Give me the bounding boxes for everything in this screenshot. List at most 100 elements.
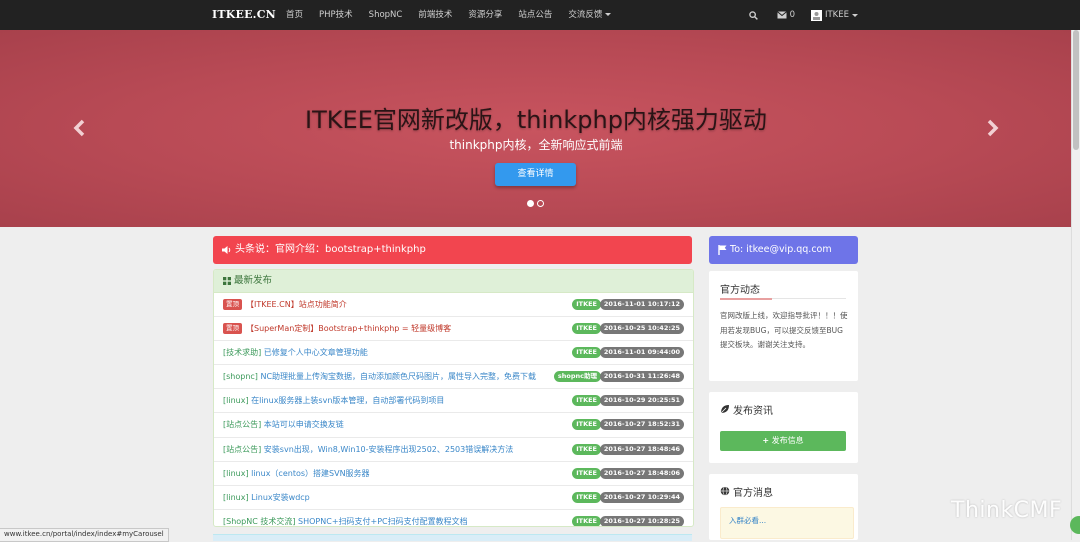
list-item[interactable]: [shopnc] NC助理批量上传淘宝数据，自动添加颜色尺码图片，属性导入完整，…	[214, 365, 693, 390]
nav-home[interactable]: 首页	[278, 0, 311, 30]
flag-icon	[718, 245, 727, 255]
user-name: ITKEE	[824, 10, 849, 20]
source-badge: ITKEE	[572, 467, 601, 479]
card-title: 官方消息	[733, 488, 773, 499]
source-badge: shopnc助理	[553, 371, 601, 383]
source-badge: ITKEE	[572, 515, 601, 526]
contact-email-banner[interactable]: To: itkee@vip.qq.com	[709, 236, 858, 264]
carousel-indicators	[527, 200, 547, 207]
time-badge: 2016-10-31 11:26:48	[599, 371, 684, 383]
message-item[interactable]: 入群必看...	[720, 507, 854, 539]
nav-php[interactable]: PHP技术	[311, 0, 361, 30]
time-badge: 2016-11-01 09:44:00	[599, 347, 684, 359]
post-title-link[interactable]: 安装svn出现，Win8,Win10-安装程序出现2502、2503错误解决方法	[264, 445, 513, 454]
globe-icon	[720, 486, 730, 496]
pinned-badge: 置顶	[223, 323, 242, 335]
list-item[interactable]: [linux] linux（centos）搭建SVN服务器 ITKEE 2016…	[214, 462, 693, 486]
time-badge: 2016-10-27 10:29:44	[599, 491, 684, 503]
leaf-icon	[720, 405, 729, 414]
view-details-button[interactable]: 查看详情	[495, 163, 576, 186]
list-item[interactable]: [站点公告] 本站可以申请交换友链 ITKEE 2016-10-27 18:52…	[214, 413, 693, 438]
source-badge: ITKEE	[572, 299, 601, 310]
post-title-link[interactable]: Linux安装wdcp	[251, 493, 310, 502]
post-category[interactable]: [技术求助]	[223, 348, 261, 357]
mail-count: 0	[789, 10, 795, 20]
list-item[interactable]: 置顶 【ITKEE.CN】站点功能简介 ITKEE 2016-11-01 10:1…	[214, 293, 693, 318]
nav-announcements[interactable]: 站点公告	[510, 0, 560, 30]
site-brand[interactable]: ITKEE.CN	[212, 8, 276, 21]
card-title: 官方动态	[720, 285, 760, 296]
source-badge: ITKEE	[572, 419, 601, 431]
post-category[interactable]: [linux]	[223, 469, 249, 478]
headline-banner[interactable]: 头条说：官网介绍：bootstrap+thinkphp	[213, 236, 692, 264]
mail-button[interactable]: 0	[776, 10, 795, 20]
post-title-link[interactable]: 【SuperMan定制】Bootstrap+thinkphp = 轻量级博客	[246, 324, 451, 333]
source-badge: ITKEE	[572, 491, 601, 503]
list-item[interactable]: [linux] Linux安装wdcp ITKEE 2016-10-27 10:…	[214, 486, 693, 510]
nav-links: 首页 PHP技术 ShopNC 前端技术 资源分享 站点公告 交流反馈	[278, 0, 619, 30]
list-item[interactable]: [ShopNC 技术交流] SHOPNC+扫码支付+PC扫码支付配置教程文档 I…	[214, 510, 693, 526]
plus-icon: +	[762, 436, 770, 445]
post-category[interactable]: [shopnc]	[223, 372, 258, 381]
nav-resources[interactable]: 资源分享	[460, 0, 510, 30]
post-title-link[interactable]: SHOPNC+扫码支付+PC扫码支付配置教程文档	[298, 517, 468, 526]
source-badge: ITKEE	[572, 443, 601, 455]
official-news-card: 官方动态 官网改版上线，欢迎指导批评！！！使用若发现BUG，可以提交反馈至BUG…	[709, 271, 858, 381]
time-badge: 2016-10-25 10:42:25	[599, 323, 684, 335]
carousel-next-button[interactable]	[986, 119, 1000, 141]
nav-shopnc[interactable]: ShopNC	[361, 0, 411, 30]
post-title-link[interactable]: 本站可以申请交换友链	[264, 420, 344, 429]
time-badge: 2016-10-27 18:48:46	[599, 443, 684, 455]
post-title-link[interactable]: 在linux服务器上装svn版本管理，自动部署代码到项目	[251, 396, 444, 405]
hero-carousel: ITKEE官网新改版，thinkphp内核强力驱动 thinkphp内核，全新响…	[0, 30, 1072, 227]
time-badge: 2016-10-27 10:28:25	[599, 515, 684, 526]
source-badge: ITKEE	[572, 323, 601, 335]
envelope-icon	[776, 11, 787, 19]
watermark-text: ThinkCMF	[951, 498, 1063, 523]
latest-posts-header: 最新发布	[214, 270, 693, 293]
latest-posts-title: 最新发布	[234, 275, 273, 286]
search-button[interactable]	[748, 10, 761, 20]
post-title-link[interactable]: linux（centos）搭建SVN服务器	[251, 469, 369, 478]
avatar-icon	[810, 9, 822, 21]
source-badge: ITKEE	[572, 395, 601, 407]
th-large-icon	[223, 277, 231, 285]
list-item[interactable]: [linux] 在linux服务器上装svn版本管理，自动部署代码到项目 ITK…	[214, 389, 693, 414]
publish-button[interactable]: + 发布信息	[720, 431, 846, 451]
carousel-dot-1[interactable]	[527, 200, 534, 207]
post-category[interactable]: [站点公告]	[223, 420, 261, 429]
carousel-subtitle: thinkphp内核，全新响应式前端	[449, 138, 623, 152]
post-category[interactable]: [ShopNC 技术交流]	[223, 517, 295, 526]
pinned-badge: 置顶	[223, 299, 242, 310]
nav-frontend[interactable]: 前端技术	[410, 0, 460, 30]
chevron-down-icon	[605, 13, 612, 16]
post-category[interactable]: [linux]	[223, 493, 249, 502]
notice-text: 官网改版上线，欢迎指导批评！！！使用若发现BUG，可以提交反馈至BUG提交板块。…	[720, 311, 848, 349]
post-category[interactable]: [linux]	[223, 396, 249, 405]
carousel-dot-2[interactable]	[537, 200, 544, 207]
page-scrollbar[interactable]	[1071, 30, 1080, 540]
post-title-link[interactable]: 【ITKEE.CN】站点功能简介	[246, 300, 347, 309]
post-title-link[interactable]: 已修复个人中心文章管理功能	[264, 348, 368, 357]
search-icon	[748, 10, 758, 20]
post-category[interactable]: [站点公告]	[223, 445, 261, 454]
chevron-down-icon	[852, 13, 858, 17]
post-title-link[interactable]: NC助理批量上传淘宝数据，自动添加颜色尺码图片，属性导入完整，免费下载	[260, 372, 536, 381]
list-item[interactable]: 置顶 【SuperMan定制】Bootstrap+thinkphp = 轻量级博客…	[214, 317, 693, 342]
scrollbar-thumb[interactable]	[1073, 30, 1079, 150]
nav-feedback[interactable]: 交流反馈	[560, 0, 619, 30]
divider	[720, 298, 846, 300]
user-menu[interactable]: ITKEE	[810, 9, 858, 21]
time-badge: 2016-10-27 18:52:31	[599, 419, 684, 431]
top-navbar: ITKEE.CN 首页 PHP技术 ShopNC 前端技术 资源分享 站点公告 …	[0, 0, 1080, 31]
carousel-title: ITKEE官网新改版，thinkphp内核强力驱动	[305, 106, 767, 134]
time-badge: 2016-10-27 18:48:06	[599, 467, 684, 479]
latest-posts-panel: 最新发布 置顶 【ITKEE.CN】站点功能简介 ITKEE 2016-11-01…	[213, 269, 694, 527]
chevron-right-icon	[987, 119, 999, 137]
publish-card: 发布资讯 + 发布信息	[709, 392, 858, 463]
headline-text: 头条说：官网介绍：bootstrap+thinkphp	[235, 244, 426, 255]
time-badge: 2016-10-29 20:25:51	[599, 395, 684, 407]
list-item[interactable]: [技术求助] 已修复个人中心文章管理功能 ITKEE 2016-11-01 09…	[214, 341, 693, 366]
card-title: 发布资讯	[733, 406, 773, 417]
list-item[interactable]: [站点公告] 安装svn出现，Win8,Win10-安装程序出现2502、250…	[214, 438, 693, 462]
